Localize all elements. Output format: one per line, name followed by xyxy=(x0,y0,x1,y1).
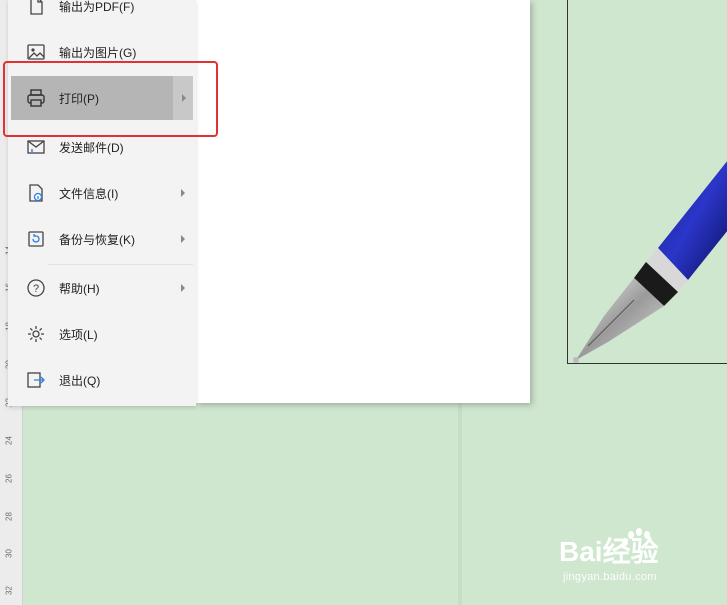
menu-item-exit[interactable]: 退出(Q) xyxy=(11,358,193,402)
menu-item-label: 输出为图片(G) xyxy=(59,45,137,60)
backup-restore-icon xyxy=(23,226,49,252)
exit-icon xyxy=(23,367,49,393)
ruler-tick: 24 xyxy=(4,436,14,445)
ruler-tick: 32 xyxy=(4,586,14,595)
help-icon: ? xyxy=(23,275,49,301)
menu-item-label: 选项(L) xyxy=(59,327,98,342)
menu-item-label: 文件信息(I) xyxy=(59,186,119,201)
menu-item-file-info[interactable]: 文件信息(I) xyxy=(11,171,193,215)
annotation-highlight-box xyxy=(3,61,218,137)
baidu-jingyan-watermark: Bai经验 jingyan.baidu.com xyxy=(555,527,725,589)
page-preview xyxy=(567,0,727,364)
submenu-panel xyxy=(196,0,530,403)
menu-item-label: 退出(Q) xyxy=(59,373,101,388)
menu-item-label: 发送邮件(D) xyxy=(59,140,124,155)
watermark-url: jingyan.baidu.com xyxy=(563,571,657,583)
gear-icon xyxy=(23,321,49,347)
ruler-tick: 30 xyxy=(4,549,14,558)
menu-item-label: 帮助(H) xyxy=(59,281,100,296)
fountain-pen-illustration xyxy=(573,161,727,363)
menu-item-backup-restore[interactable]: 备份与恢复(K) xyxy=(11,217,193,261)
menu-item-label: 输出为PDF(F) xyxy=(59,0,135,14)
menu-item-options[interactable]: 选项(L) xyxy=(11,312,193,356)
ruler-tick: 28 xyxy=(4,512,14,521)
mail-icon xyxy=(23,134,49,160)
chevron-right-icon xyxy=(181,235,185,243)
menu-item-help[interactable]: ? 帮助(H) xyxy=(11,266,193,310)
ruler-tick: 26 xyxy=(4,474,14,483)
pdf-export-icon xyxy=(23,0,49,19)
chevron-right-icon xyxy=(181,189,185,197)
menu-divider xyxy=(48,264,193,265)
chevron-right-icon xyxy=(181,284,185,292)
menu-item-export-pdf[interactable]: 输出为PDF(F) xyxy=(11,0,193,28)
file-info-icon xyxy=(23,180,49,206)
svg-text:?: ? xyxy=(33,283,39,295)
watermark-brand: Bai经验 xyxy=(559,535,659,567)
baidu-logo-icon: Bai经验 xyxy=(559,528,659,567)
menu-item-label: 备份与恢复(K) xyxy=(59,232,135,247)
